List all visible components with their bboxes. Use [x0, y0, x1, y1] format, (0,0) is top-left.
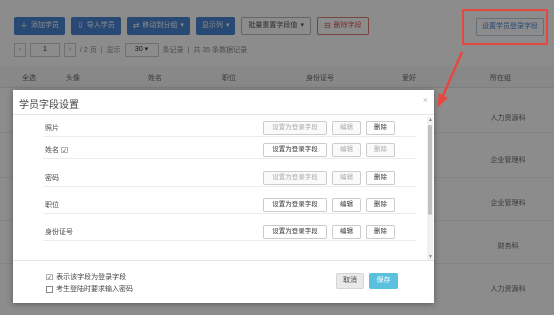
field-name-label: 照片	[45, 125, 59, 132]
delete-button[interactable]: 删除	[366, 225, 395, 239]
field-name-label: 职位	[45, 202, 59, 209]
field-name: 职位	[45, 200, 59, 210]
cancel-button[interactable]: 取消	[336, 273, 364, 289]
edit-button[interactable]: 编辑	[332, 225, 361, 239]
login-field-legend: ☑ 表示该字段为登录字段	[46, 272, 126, 282]
delete-button[interactable]: 删除	[366, 198, 395, 212]
set-login-field-button[interactable]: 设置为登录字段	[263, 143, 327, 157]
require-password-checkbox[interactable]	[46, 285, 53, 293]
set-login-field-button[interactable]: 设置为登录字段	[263, 225, 327, 239]
scrollbar[interactable]: ▲ ▼	[427, 117, 433, 260]
field-settings-dialog: 学员字段设置 × 照片 设置为登录字段 编辑 删除 姓名 ☑ 设置为登录字段 编辑…	[13, 90, 434, 303]
field-row-password: 密码 设置为登录字段 编辑 删除	[43, 165, 416, 187]
legend-text: 表示该字段为登录字段	[56, 274, 127, 281]
scroll-thumb[interactable]	[428, 125, 432, 215]
save-button[interactable]: 保存	[369, 273, 398, 289]
field-name: 密码	[45, 173, 59, 183]
set-login-field-button[interactable]: 设置为登录字段	[263, 121, 327, 135]
require-password-label: 考生登陆时要求输入密码	[56, 286, 133, 293]
field-name-label: 姓名	[45, 147, 59, 154]
field-row-position: 职位 设置为登录字段 编辑 删除	[43, 192, 416, 214]
close-icon[interactable]: ×	[423, 95, 428, 105]
delete-button[interactable]: 删除	[366, 121, 395, 135]
divider	[13, 260, 434, 261]
edit-button[interactable]: 编辑	[332, 198, 361, 212]
set-login-field-button[interactable]: 设置为登录字段	[263, 171, 327, 185]
delete-button[interactable]: 删除	[366, 143, 395, 157]
login-field-check-icon: ☑	[61, 145, 69, 155]
field-row-name: 姓名 ☑ 设置为登录字段 编辑 删除	[43, 137, 416, 159]
field-row-photo: 照片 设置为登录字段 编辑 删除	[43, 115, 416, 137]
login-field-check-icon: ☑	[46, 272, 54, 282]
require-password-option[interactable]: 考生登陆时要求输入密码	[46, 284, 133, 294]
delete-button[interactable]: 删除	[366, 171, 395, 185]
field-name-label: 密码	[45, 175, 59, 182]
highlight-frame	[462, 9, 548, 45]
edit-button[interactable]: 编辑	[332, 121, 361, 135]
edit-button[interactable]: 编辑	[332, 143, 361, 157]
field-list: 照片 设置为登录字段 编辑 删除 姓名 ☑ 设置为登录字段 编辑 删除 密码 设置…	[13, 115, 427, 260]
scroll-up-icon[interactable]: ▲	[428, 117, 433, 123]
field-name-label: 身份证号	[45, 229, 73, 236]
dialog-title: 学员字段设置	[19, 100, 79, 111]
edit-button[interactable]: 编辑	[332, 171, 361, 185]
field-name: 姓名 ☑	[45, 145, 68, 155]
field-name: 身份证号	[45, 227, 73, 237]
field-row-id-number: 身份证号 设置为登录字段 编辑 删除	[43, 219, 416, 241]
field-name: 照片	[45, 123, 59, 133]
set-login-field-button[interactable]: 设置为登录字段	[263, 198, 327, 212]
